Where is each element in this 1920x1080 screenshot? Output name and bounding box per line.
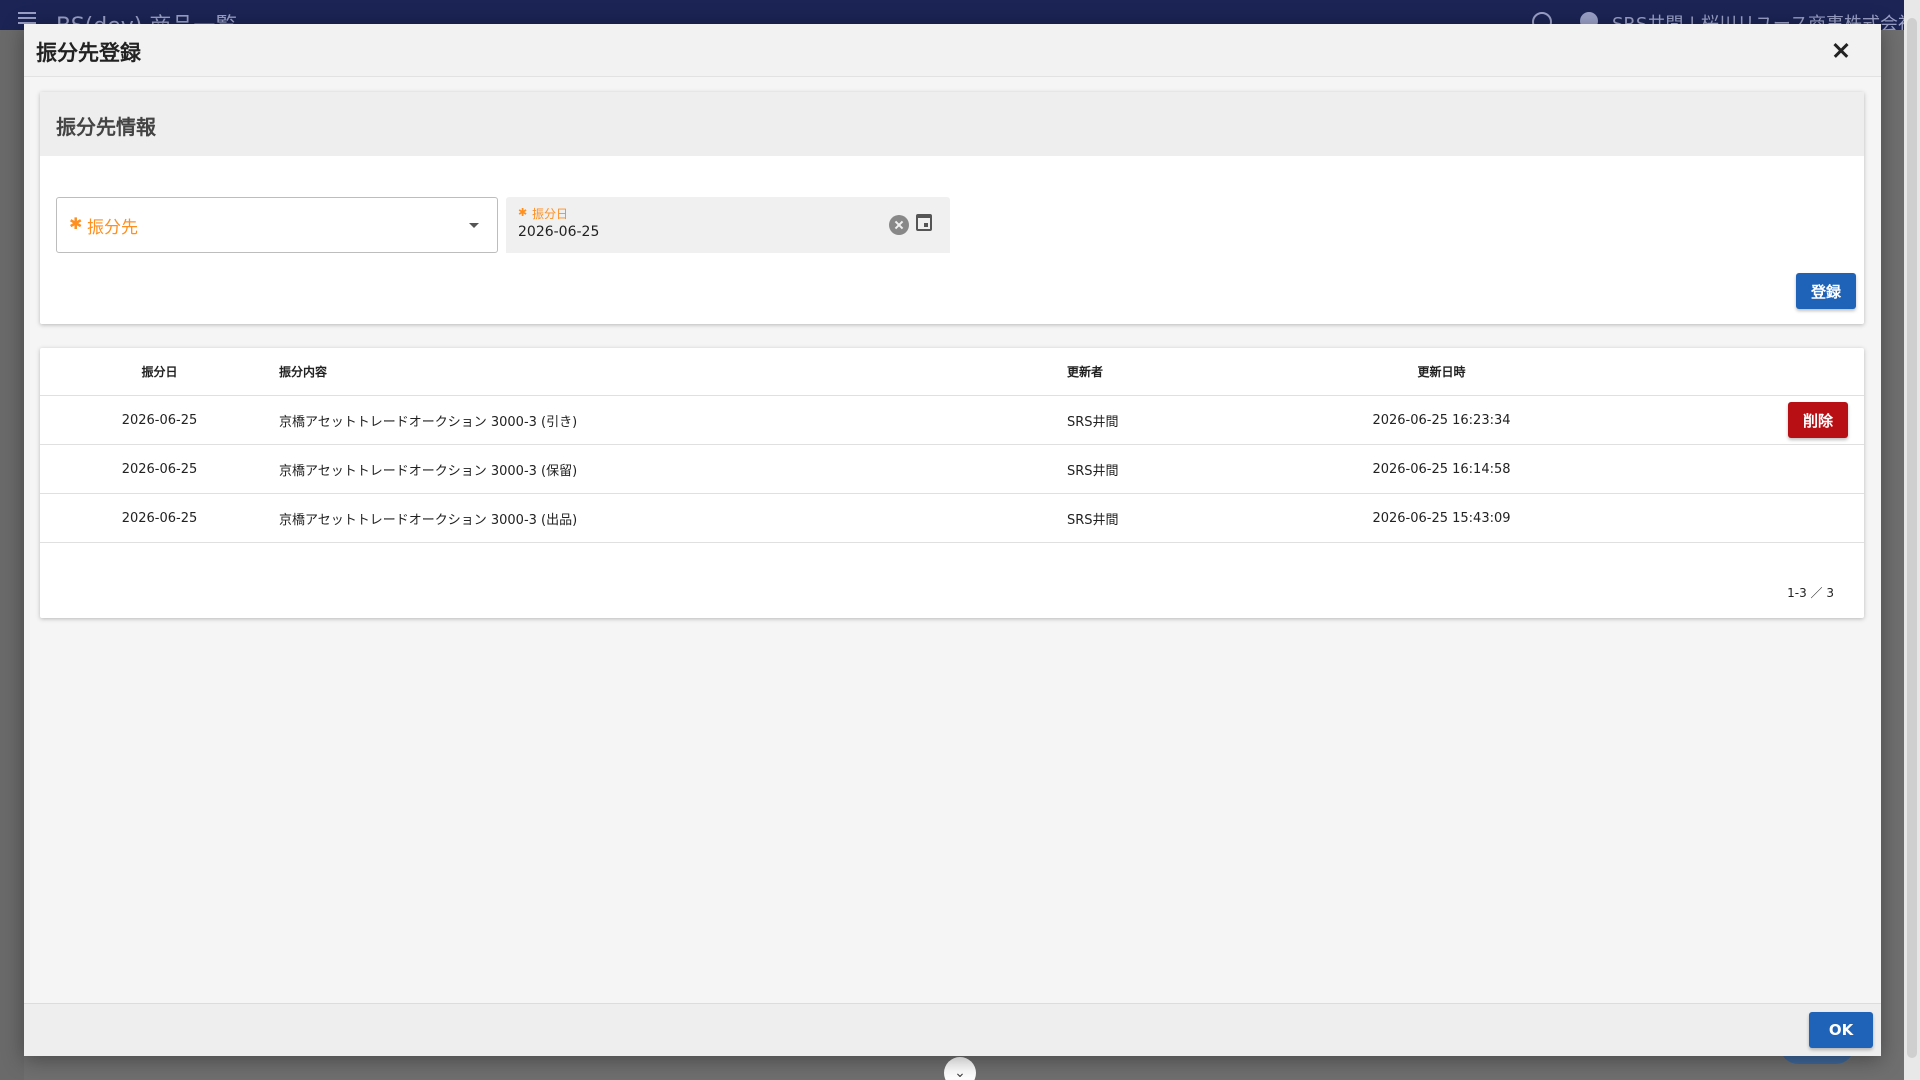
column-header-content[interactable]: 振分内容 — [279, 348, 1067, 396]
dialog-header: 振分先登録 — [24, 24, 1881, 77]
clear-icon[interactable] — [889, 215, 909, 235]
column-header-date[interactable]: 振分日 — [40, 348, 279, 396]
required-mark: ✱ — [518, 206, 528, 219]
dialog-footer: OK — [24, 1003, 1881, 1056]
cell-date: 2026-06-25 — [40, 444, 279, 494]
destination-select[interactable]: ✱ 振分先 — [56, 197, 498, 253]
table-row: 2026-06-25 京橋アセットトレードオークション 3000-3 (引き) … — [40, 395, 1864, 445]
chevron-down-icon[interactable] — [469, 223, 479, 228]
close-icon[interactable] — [1827, 36, 1855, 64]
cell-updated: 2026-06-25 16:23:34 — [1343, 395, 1540, 445]
table-header-row: 振分日 振分内容 更新者 更新日時 — [40, 348, 1864, 396]
cell-content: 京橋アセットトレードオークション 3000-3 (出品) — [279, 493, 1067, 543]
scrollbar-thumb[interactable] — [1907, 18, 1917, 1058]
cell-action — [1540, 493, 1864, 543]
destination-select-label: 振分先 — [87, 218, 138, 238]
column-header-user[interactable]: 更新者 — [1067, 348, 1343, 396]
cell-content: 京橋アセットトレードオークション 3000-3 (保留) — [279, 444, 1067, 494]
card-header: 振分先情報 — [40, 92, 1864, 156]
pagination-info: 1-3 ／ 3 — [1787, 586, 1834, 600]
destination-info-card: 振分先情報 ✱ 振分先 ✱ 振分日 2026-06-25 登録 — [40, 92, 1864, 324]
cell-content: 京橋アセットトレードオークション 3000-3 (引き) — [279, 395, 1067, 445]
delete-button[interactable]: 削除 — [1788, 402, 1848, 438]
cell-user: SRS井間 — [1067, 493, 1343, 543]
cell-action: 削除 — [1540, 395, 1864, 445]
assignment-history-card: 振分日 振分内容 更新者 更新日時 2026-06-25 京橋アセットトレードオ… — [40, 348, 1864, 618]
assign-date-label: 振分日 — [532, 207, 569, 221]
register-button[interactable]: 登録 — [1796, 273, 1856, 309]
column-header-action — [1540, 348, 1864, 396]
table-row: 2026-06-25 京橋アセットトレードオークション 3000-3 (保留) … — [40, 444, 1864, 494]
cell-date: 2026-06-25 — [40, 395, 279, 445]
cell-date: 2026-06-25 — [40, 493, 279, 543]
cell-action — [1540, 444, 1864, 494]
column-header-updated[interactable]: 更新日時 — [1343, 348, 1540, 396]
card-title: 振分先情報 — [56, 115, 156, 139]
dialog-assign-destination: 振分先登録 振分先情報 ✱ 振分先 ✱ 振分日 2026-06-25 登録 振分… — [24, 24, 1881, 1056]
assignment-table: 振分日 振分内容 更新者 更新日時 2026-06-25 京橋アセットトレードオ… — [40, 348, 1864, 543]
assign-date-field[interactable]: ✱ 振分日 2026-06-25 — [506, 197, 950, 253]
cell-updated: 2026-06-25 16:14:58 — [1343, 444, 1540, 494]
dialog-title: 振分先登録 — [36, 41, 141, 65]
assign-date-value[interactable]: 2026-06-25 — [518, 224, 599, 240]
required-mark: ✱ — [69, 214, 83, 233]
cell-updated: 2026-06-25 15:43:09 — [1343, 493, 1540, 543]
cell-user: SRS井間 — [1067, 444, 1343, 494]
menu-icon[interactable] — [18, 12, 36, 14]
cell-user: SRS井間 — [1067, 395, 1343, 445]
ok-button[interactable]: OK — [1809, 1012, 1873, 1048]
calendar-icon[interactable] — [916, 214, 932, 231]
table-row: 2026-06-25 京橋アセットトレードオークション 3000-3 (出品) … — [40, 493, 1864, 543]
page-scrollbar[interactable] — [1904, 0, 1920, 1080]
app-sidebar — [0, 30, 24, 1080]
